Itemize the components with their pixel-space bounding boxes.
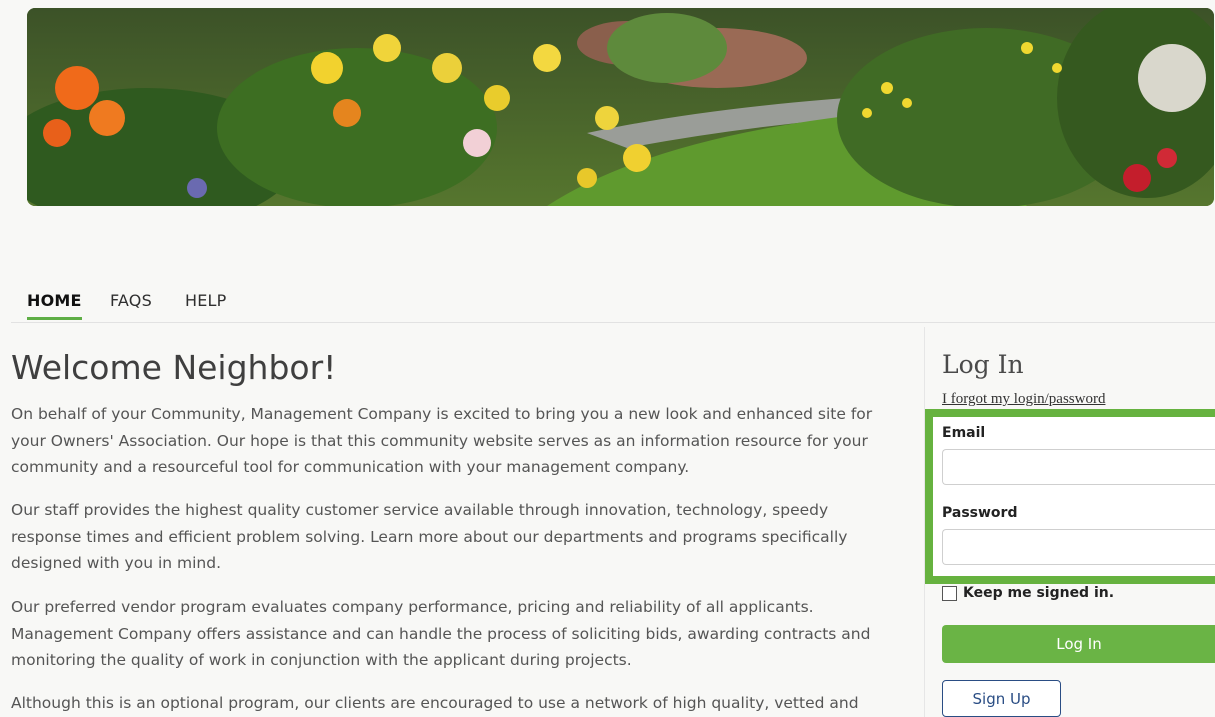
banner-illustration — [27, 8, 1214, 206]
email-field[interactable] — [942, 449, 1215, 485]
credentials-highlight: Email Password — [925, 409, 1215, 584]
optional-program-paragraph: Although this is an optional program, ou… — [11, 694, 859, 712]
nav-item-faqs[interactable]: FAQS — [110, 291, 152, 318]
signup-button[interactable]: Sign Up — [942, 680, 1061, 717]
garden-banner-image — [27, 8, 1214, 206]
intro-paragraph: On behalf of your Community, Management … — [11, 405, 873, 476]
login-title: Log In — [942, 350, 1024, 379]
keep-signed-in-checkbox[interactable] — [942, 585, 957, 601]
nav-item-help[interactable]: HELP — [185, 291, 227, 318]
vendor-paragraph: Our preferred vendor program evaluates c… — [11, 598, 871, 669]
login-panel: Log In I forgot my login/password Email … — [924, 327, 1215, 717]
keep-signed-in[interactable]: Keep me signed in. — [942, 585, 1114, 601]
forgot-password-link[interactable]: I forgot my login/password — [942, 391, 1105, 408]
keep-signed-in-label: Keep me signed in. — [963, 585, 1115, 601]
password-field[interactable] — [942, 529, 1215, 565]
email-label: Email — [942, 425, 986, 441]
nav-item-home[interactable]: HOME — [27, 291, 82, 320]
page-title: Welcome Neighbor! — [11, 348, 337, 387]
main-nav: HOME FAQS HELP — [11, 284, 1215, 323]
password-label: Password — [942, 505, 1018, 521]
staff-paragraph: Our staff provides the highest quality c… — [11, 501, 848, 572]
login-button[interactable]: Log In — [942, 625, 1215, 663]
